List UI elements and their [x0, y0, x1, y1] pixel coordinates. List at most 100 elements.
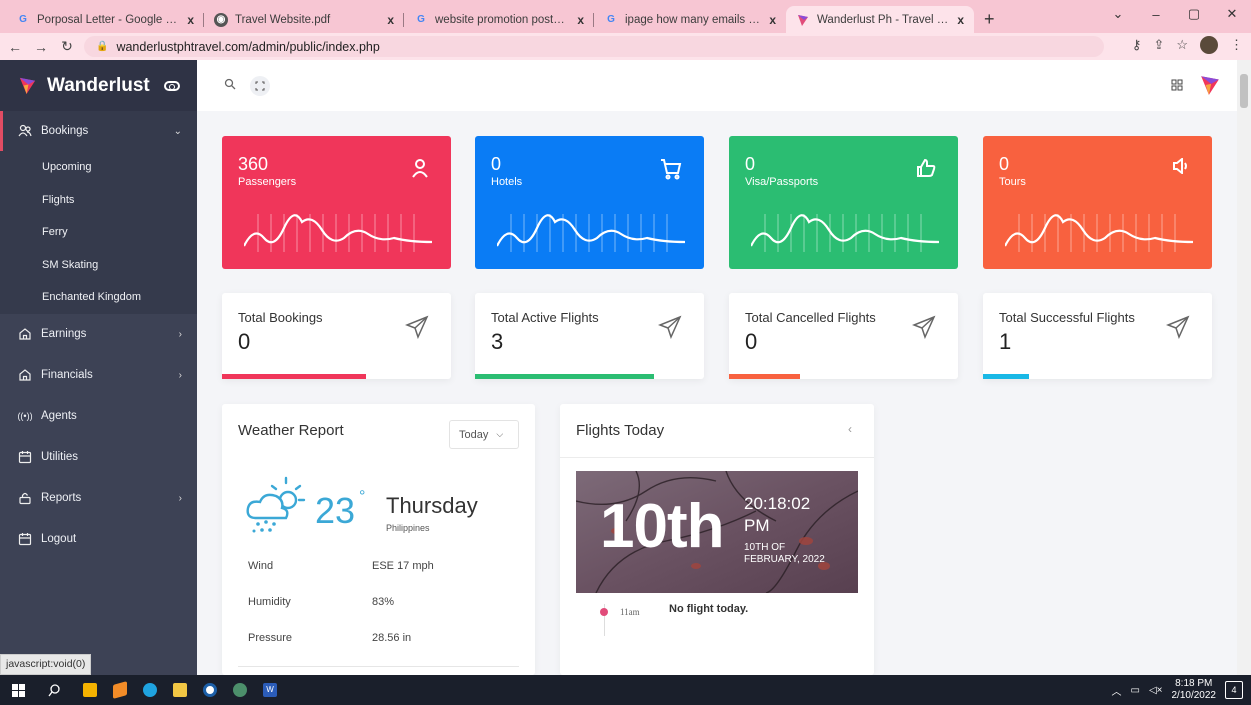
close-icon[interactable]: x — [577, 13, 584, 27]
sidebar-item-utilities[interactable]: Utilities — [0, 437, 197, 478]
bookings-submenu: Upcoming Flights Ferry SM Skating Enchan… — [0, 151, 197, 314]
total-cancelled-flights-card[interactable]: Total Cancelled Flights 0 — [729, 293, 958, 379]
key-icon[interactable]: ⚷ — [1132, 37, 1142, 53]
degree-symbol: ° — [359, 488, 366, 505]
sidebar-item-financials[interactable]: Financials › — [0, 355, 197, 396]
taskbar-clock[interactable]: 8:18 PM 2/10/2022 — [1172, 678, 1217, 702]
paper-plane-icon — [1165, 315, 1190, 342]
sidebar-item-logout[interactable]: Logout — [0, 519, 197, 560]
more-menu-icon[interactable]: ⋮ — [1230, 37, 1243, 53]
chevron-down-icon[interactable]: ⌄ — [1099, 6, 1137, 22]
profile-avatar[interactable] — [1200, 36, 1218, 54]
weather-row-wind: Wind ESE 17 mph — [248, 560, 434, 572]
sidebar-toggle-icon[interactable] — [163, 80, 180, 91]
word-icon[interactable]: W — [255, 675, 285, 705]
google-icon: G — [19, 14, 27, 25]
flights-today-card: Flights Today ‹ 10th 20:18:02 PM 10TH OF… — [560, 404, 874, 675]
clock-ampm: PM — [744, 516, 770, 535]
speaker-icon — [1172, 156, 1190, 177]
store-icon[interactable] — [75, 675, 105, 705]
reload-icon[interactable]: ↻ — [56, 38, 78, 55]
stat-card-visa-passports[interactable]: 0 Visa/Passports — [729, 136, 958, 269]
tab-ipage-emails[interactable]: G ipage how many emails - Google x — [594, 6, 786, 33]
sidebar-item-label: Agents — [41, 410, 77, 422]
sidebar-item-agents[interactable]: ((•)) Agents — [0, 396, 197, 437]
timeline-time: 11am — [620, 607, 640, 617]
fullscreen-icon[interactable] — [250, 75, 270, 96]
weather-row-humidity: Humidity 83% — [248, 596, 395, 608]
close-icon[interactable]: x — [387, 13, 394, 27]
system-tray: ︿ ▭ ◁× 8:18 PM 2/10/2022 4 — [1112, 675, 1243, 705]
chrome-icon[interactable] — [225, 675, 255, 705]
address-bar: ← → ↻ 🔒 wanderlustphtravel.com/admin/pub… — [0, 33, 1251, 60]
total-active-flights-card[interactable]: Total Active Flights 3 — [475, 293, 704, 379]
sparkline-chart — [497, 214, 685, 252]
file-explorer-icon[interactable] — [165, 675, 195, 705]
new-tab-button[interactable]: + — [974, 6, 1005, 33]
forward-icon[interactable]: → — [30, 39, 52, 55]
home-icon — [18, 327, 32, 341]
tab-wanderlust[interactable]: Wanderlust Ph - Travel Deals x — [786, 6, 974, 33]
wanderlust-logo — [19, 77, 36, 95]
stat-card-passengers[interactable]: 360 Passengers — [222, 136, 451, 269]
stat-value: 0 — [999, 154, 1010, 174]
search-icon[interactable] — [39, 675, 69, 705]
sidebar-item-bookings[interactable]: Bookings ⌄ — [0, 111, 197, 151]
os-taskbar: W ︿ ▭ ◁× 8:18 PM 2/10/2022 4 — [0, 675, 1251, 705]
card-title: Weather Report — [238, 422, 344, 439]
user-avatar[interactable] — [1199, 74, 1221, 99]
paper-plane-icon — [657, 315, 682, 342]
chevron-left-icon[interactable]: ‹ — [848, 422, 852, 436]
url-field[interactable]: 🔒 wanderlustphtravel.com/admin/public/in… — [84, 36, 1104, 57]
minimize-icon[interactable]: – — [1137, 7, 1175, 22]
close-icon[interactable]: x — [957, 13, 964, 27]
volume-icon[interactable]: ◁× — [1149, 685, 1163, 696]
network-icon[interactable]: ▭ — [1131, 685, 1140, 696]
close-icon[interactable]: x — [187, 13, 194, 27]
total-successful-flights-card[interactable]: Total Successful Flights 1 — [983, 293, 1212, 379]
maximize-icon[interactable]: ▢ — [1175, 6, 1213, 22]
sidebar-item-earnings[interactable]: Earnings › — [0, 314, 197, 355]
window-controls: ⌄ – ▢ ✕ — [1099, 0, 1251, 28]
stat-value: 0 — [491, 154, 502, 174]
sidebar-item-enchanted-kingdom[interactable]: Enchanted Kingdom — [0, 281, 197, 314]
chevron-up-icon[interactable]: ︿ — [1112, 683, 1122, 698]
brand-name: Wanderlust — [47, 74, 150, 96]
total-bookings-card[interactable]: Total Bookings 0 — [222, 293, 451, 379]
apps-grid-icon[interactable] — [1171, 79, 1183, 94]
sublime-icon[interactable] — [105, 675, 135, 705]
page-scrollbar[interactable] — [1237, 60, 1251, 675]
google-icon: G — [607, 14, 615, 25]
tab-promotion-poster[interactable]: G website promotion poster - Goo x — [404, 6, 594, 33]
period-select[interactable]: Today ⌵ — [449, 420, 519, 449]
close-icon[interactable]: x — [769, 13, 776, 27]
sidebar-item-reports[interactable]: Reports › — [0, 478, 197, 519]
sidebar-item-ferry[interactable]: Ferry — [0, 216, 197, 249]
edge-icon[interactable] — [135, 675, 165, 705]
sidebar-item-label: Reports — [41, 492, 82, 504]
sidebar-item-label: Financials — [41, 369, 93, 381]
stat-card-tours[interactable]: 0 Tours — [983, 136, 1212, 269]
windows-start-icon[interactable] — [3, 675, 33, 705]
chevron-right-icon: › — [178, 492, 182, 504]
tab-travel-website-pdf[interactable]: ◉ Travel Website.pdf x — [204, 6, 404, 33]
star-icon[interactable]: ☆ — [1176, 37, 1188, 53]
share-icon[interactable]: ⇪ — [1153, 37, 1164, 53]
tab-proposal-search[interactable]: G Porposal Letter - Google Search x — [6, 6, 204, 33]
brand: Wanderlust — [0, 60, 197, 111]
notifications-icon[interactable]: 4 — [1225, 681, 1243, 699]
sidebar-item-upcoming[interactable]: Upcoming — [0, 151, 197, 184]
home-icon — [18, 368, 32, 382]
stat-card-hotels[interactable]: 0 Hotels — [475, 136, 704, 269]
no-flights-message: No flight today. — [669, 603, 749, 615]
paper-plane-icon — [404, 315, 429, 342]
scrollbar-thumb[interactable] — [1240, 74, 1248, 108]
paper-plane-icon — [911, 315, 936, 342]
sidebar-item-flights[interactable]: Flights — [0, 184, 197, 217]
back-icon[interactable]: ← — [4, 39, 26, 55]
date-banner-image: 10th 20:18:02 PM 10TH OF FEBRUARY, 2022 — [576, 471, 858, 593]
app-icon[interactable] — [195, 675, 225, 705]
search-icon[interactable] — [224, 78, 236, 93]
close-window-icon[interactable]: ✕ — [1213, 6, 1251, 22]
sidebar-item-sm-skating[interactable]: SM Skating — [0, 249, 197, 282]
